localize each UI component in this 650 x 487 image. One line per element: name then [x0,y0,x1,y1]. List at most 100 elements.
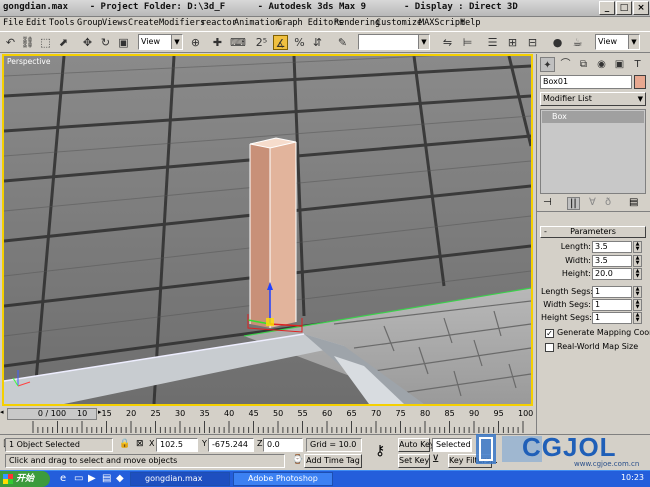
width-segs-label: Width Segs: [543,300,591,309]
length-segs-input[interactable]: 1 [592,286,632,298]
lock-selection-icon[interactable]: 🔒 [119,439,130,449]
task-photoshop[interactable]: Adobe Photoshop [233,472,333,486]
quicklaunch-ie-icon[interactable]: e [60,473,66,484]
height-spinner[interactable]: ▲ ▼ [633,268,642,280]
parameters-rollout-header[interactable]: - Parameters [540,226,646,238]
width-segs-input[interactable]: 1 [592,299,632,311]
menu-create[interactable]: Create [128,18,159,28]
menu-modifiers[interactable]: Modifiers [159,18,205,28]
remove-modifier-icon[interactable]: ð [605,197,611,208]
modifier-list-dropdown[interactable]: Modifier List ▼ [540,92,646,106]
keyboard-shortcut-icon[interactable]: ⌨ [230,35,246,50]
box01-front-face[interactable] [250,144,270,328]
viewport-label[interactable]: Perspective [7,57,50,66]
quicklaunch-media-icon[interactable]: ▶ [88,473,96,484]
real-world-checkbox[interactable] [545,343,554,352]
quicklaunch-app-icon[interactable]: ◆ [116,473,124,484]
modify-tab-icon[interactable]: ⌒ [558,57,573,72]
set-key-button[interactable]: Set Key [398,454,430,468]
default-in-out-tangent-icon[interactable]: ⊻ [432,454,439,465]
select-manipulate-icon[interactable]: ✚ [210,35,225,50]
spinner-snap-icon[interactable]: ⇵ [310,35,325,50]
utilities-tab-icon[interactable]: T [630,57,645,72]
start-button[interactable]: 开始 [0,471,50,487]
add-time-tag-button[interactable]: Add Time Tag [304,454,362,468]
display-tab-icon[interactable]: ▣ [612,57,627,72]
y-coord-input[interactable]: -675.244 [208,438,254,452]
task-3dsmax[interactable]: gongdian.max [130,472,230,486]
perspective-viewport[interactable]: Perspective [2,54,533,406]
schematic-view-icon[interactable]: ⊟ [525,35,540,50]
menu-maxscript[interactable]: MAXScript [419,18,465,28]
minimize-button[interactable]: _ [599,1,615,15]
key-mode-combo[interactable]: Selected [432,438,472,452]
object-color-swatch[interactable] [634,75,646,89]
menu-edit[interactable]: Edit [26,18,46,28]
stack-item-box[interactable]: Box [542,111,644,123]
menu-help[interactable]: Help [460,18,480,28]
make-unique-icon[interactable]: ∀ [589,197,596,208]
layer-manager-icon[interactable]: ☰ [485,35,500,50]
pin-stack-icon[interactable]: ⊣ [543,197,552,208]
menu-animation[interactable]: Animation [234,18,280,28]
key-icon[interactable]: ⚷ [375,443,385,459]
menu-views[interactable]: Views [102,18,128,28]
select-rotate-icon[interactable]: ↻ [98,35,113,50]
reference-coordinate-combo[interactable]: View ▼ [138,34,183,50]
undo-icon[interactable]: ↶ [3,35,18,50]
close-button[interactable]: × [633,1,649,15]
frame-track[interactable] [3,421,531,433]
windows-logo-icon [3,474,13,484]
box01-side-face[interactable] [270,142,296,328]
select-link-icon[interactable]: ⛓ [20,35,35,50]
angle-snap-icon[interactable]: ∡ [273,35,288,50]
length-spinner[interactable]: ▲ ▼ [633,241,642,253]
length-input[interactable]: 3.5 [592,241,632,253]
mirror-icon[interactable]: ⇋ [440,35,455,50]
width-segs-spinner[interactable]: ▲ ▼ [633,299,642,311]
z-coord-input[interactable]: 0.0 [263,438,303,452]
height-label: Height: [561,269,591,278]
menu-group[interactable]: Group [77,18,103,28]
named-selection-combo[interactable]: ▼ [358,34,430,50]
generate-mapping-checkbox[interactable]: ✓ [545,329,554,338]
auto-key-button[interactable]: Auto Key [398,438,435,452]
width-input[interactable]: 3.5 [592,255,632,267]
timeline-tick-label: 40 [224,409,235,418]
show-end-result-icon[interactable]: || [567,197,580,210]
quicklaunch-desktop-icon[interactable]: ▭ [74,473,83,484]
material-editor-icon[interactable]: ● [550,35,565,50]
configure-sets-icon[interactable]: ▤ [629,197,638,208]
menu-customize[interactable]: Customize [376,18,422,28]
height-segs-spinner[interactable]: ▲ ▼ [633,312,642,324]
render-type-combo[interactable]: View ▼ [595,34,640,50]
menu-file[interactable]: File [3,18,23,28]
create-tab-icon[interactable]: ✦ [540,57,555,72]
absolute-mode-icon[interactable]: ⊠ [136,439,144,449]
hierarchy-tab-icon[interactable]: ⧉ [576,57,591,72]
named-selection-icon[interactable]: ✎ [335,35,350,50]
quicklaunch-folder-icon[interactable]: ▤ [102,473,111,484]
height-input[interactable]: 20.0 [592,268,632,280]
maximize-button[interactable]: □ [616,1,632,15]
width-spinner[interactable]: ▲ ▼ [633,255,642,267]
menu-reactor[interactable]: reactor [201,18,237,28]
select-region-icon[interactable]: ⬚ [38,35,53,50]
x-coord-input[interactable]: 102.5 [156,438,198,452]
object-name-field[interactable]: Box01 [540,75,632,89]
select-object-icon[interactable]: ⬈ [56,35,71,50]
menu-tools[interactable]: Tools [49,18,75,28]
curve-editor-icon[interactable]: ⊞ [505,35,520,50]
menu-rendering[interactable]: Rendering [334,18,380,28]
select-move-icon[interactable]: ✥ [80,35,95,50]
height-segs-input[interactable]: 1 [592,312,632,324]
pivot-center-icon[interactable]: ⊕ [188,35,203,50]
select-scale-icon[interactable]: ▣ [116,35,131,50]
percent-snap-icon[interactable]: % [292,35,307,50]
align-icon[interactable]: ⊨ [460,35,475,50]
snap-toggle-icon[interactable]: 2⁵ [254,35,269,50]
motion-tab-icon[interactable]: ◉ [594,57,609,72]
length-segs-spinner[interactable]: ▲ ▼ [633,286,642,298]
slider-left-arrow-icon[interactable]: ◂ [0,408,6,420]
render-scene-icon[interactable]: ☕ [570,35,585,50]
